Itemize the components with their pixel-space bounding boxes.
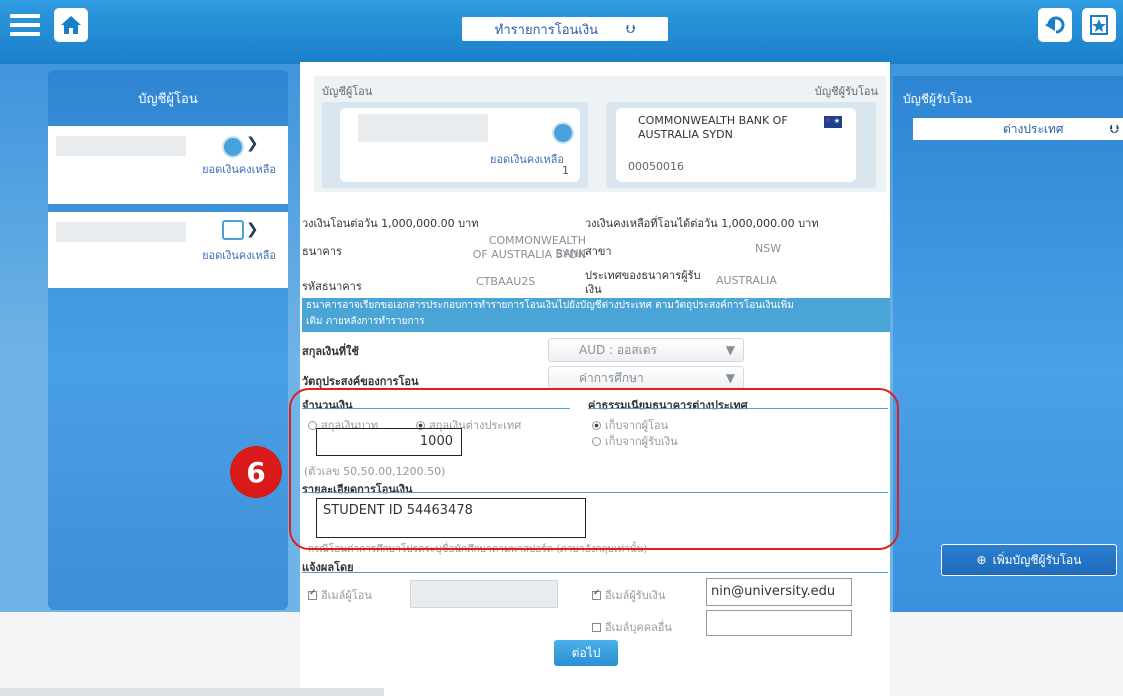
balance-label: ยอดเงินคงเหลือ [202, 163, 276, 176]
plus-circle-icon: ⊕ [976, 553, 987, 567]
transaction-menu-dropdown[interactable]: ทำรายการโอนเงิน ⮋ [462, 17, 668, 41]
next-button[interactable]: ต่อไป [554, 640, 618, 666]
balance-label: ยอดเงินคงเหลือ [202, 249, 276, 262]
home-icon[interactable] [54, 8, 88, 42]
piggy-bank-icon [222, 136, 244, 158]
checkbox-label: อีเมล์บุคคลอื่น [605, 621, 672, 634]
add-recipient-button[interactable]: ⊕ เพิ่มบัญชีผู้รับโอน [941, 544, 1117, 576]
branch-value: NSW [755, 242, 782, 255]
menu-icon[interactable] [8, 8, 42, 42]
account-name-redacted [56, 222, 186, 242]
from-account-card[interactable]: ยอดเงินคงเหลือ 1 [322, 102, 588, 188]
country-value: AUSTRALIA [716, 274, 777, 287]
to-card-face: COMMONWEALTH BANK OF AUSTRALIA SYDN ★ + 0… [616, 108, 856, 182]
recipient-panel-title: บัญชีผู้รับโอน [903, 92, 972, 106]
bank-label: ธนาคาร [302, 245, 342, 258]
account-name-redacted [358, 114, 488, 142]
transfer-form: บัญชีผู้โอน บัญชีผู้รับโอน ยอดเงินคงเหลื… [300, 62, 890, 696]
sender-account-card[interactable]: ❯ ยอดเงินคงเหลือ [48, 212, 288, 288]
account-name-redacted [56, 136, 186, 156]
checkbox-checked-icon [592, 588, 601, 600]
notice-line1: ธนาคารอาจเรียกขอเอกสารประกอบการทำรายการโ… [306, 300, 794, 311]
daily-limit: วงเงินโอนต่อวัน 1,000,000.00 บาท [302, 217, 479, 230]
sender-account-card[interactable]: ❯ ยอดเงินคงเหลือ [48, 126, 288, 204]
from-card-face: ยอดเงินคงเหลือ 1 [340, 108, 580, 182]
page-title: ทำรายการโอนเงิน [494, 22, 599, 38]
sender-email-checkbox[interactable]: อีเมล์ผู้โอน [308, 586, 372, 604]
top-bar: ทำรายการโอนเงิน ⮋ [0, 0, 1123, 64]
chevron-right-icon: ❯ [246, 134, 259, 152]
to-account-card[interactable]: COMMONWEALTH BANK OF AUSTRALIA SYDN ★ + 0… [606, 102, 876, 188]
step-badge: 6 [230, 446, 282, 498]
australia-flag-icon: ★ + [824, 116, 842, 128]
notify-section-title: แจ้งผลโดย [302, 561, 354, 574]
purpose-select[interactable]: ค่าการศึกษา ▼ [548, 366, 744, 390]
receiver-email-checkbox[interactable]: อีเมล์ผู้รับเงิน [592, 586, 665, 604]
remaining-limit: วงเงินคงเหลือที่โอนได้ต่อวัน 1,000,000.0… [585, 217, 819, 230]
chevron-down-icon: ⮋ [1109, 121, 1119, 136]
chevron-right-icon: ❯ [246, 220, 259, 238]
checkbox-label: อีเมล์ผู้โอน [321, 589, 372, 602]
country-label-line1: ประเทศของธนาคารผู้รับ [585, 269, 701, 282]
highlight-box [289, 388, 899, 550]
to-account-label: บัญชีผู้รับโอน [814, 85, 878, 98]
from-balance-label: ยอดเงินคงเหลือ [490, 153, 564, 166]
other-email-input[interactable] [706, 610, 852, 636]
currency-select[interactable]: AUD : ออสเตร ▼ [548, 338, 744, 362]
logout-icon[interactable] [1038, 8, 1072, 42]
receiver-email-input[interactable]: nin@university.edu [706, 578, 852, 606]
document-notice: ธนาคารอาจเรียกขอเอกสารประกอบการทำรายการโ… [302, 298, 890, 332]
currency-value: AUD : ออสเตร [579, 342, 657, 357]
checkbox-icon [592, 623, 601, 632]
to-bank-line1: COMMONWEALTH BANK OF [638, 114, 788, 127]
bank-value-line2: OF AUSTRALIA SYDN [472, 248, 586, 261]
to-bank-line2: AUSTRALIA SYDN [638, 128, 733, 141]
currency-label: สกุลเงินที่ใช้ [302, 345, 359, 358]
chevron-down-icon: ▼ [725, 343, 735, 357]
swift-label: รหัสธนาคาร [302, 280, 362, 293]
branch-label: สาขา [585, 245, 612, 258]
sender-panel-title: บัญชีผู้โอน [138, 92, 198, 107]
piggy-bank-icon [552, 122, 574, 144]
chevron-down-icon: ▼ [725, 371, 735, 385]
recipient-type-select[interactable]: ต่างประเทศ ⮋ [913, 118, 1123, 140]
swift-value: CTBAAU2S [476, 275, 536, 288]
recipient-type-value: ต่างประเทศ [1003, 121, 1064, 136]
to-account-number: 00050016 [628, 160, 684, 173]
divider [302, 572, 888, 573]
chart-icon [222, 220, 244, 240]
notice-line2: เติม ภายหลังการทำรายการ [306, 316, 425, 327]
from-account-label: บัญชีผู้โอน [322, 85, 373, 98]
checkbox-label: อีเมล์ผู้รับเงิน [605, 589, 666, 602]
country-label-line2: เงิน [585, 283, 602, 296]
account-cards-area: บัญชีผู้โอน บัญชีผู้รับโอน ยอดเงินคงเหลื… [314, 76, 886, 192]
sender-email-input[interactable] [410, 580, 558, 608]
bookmark-icon[interactable] [1082, 8, 1116, 42]
add-recipient-label: เพิ่มบัญชีผู้รับโอน [992, 552, 1082, 567]
recipient-accounts-panel: บัญชีผู้รับโอน ต่างประเทศ ⮋ ⊕ เพิ่มบัญชี… [893, 76, 1123, 612]
checkbox-checked-icon [308, 588, 317, 600]
bottom-scrollbar[interactable] [0, 688, 384, 696]
purpose-value: ค่าการศึกษา [579, 370, 644, 385]
from-balance-value: 1 [562, 164, 569, 177]
chevron-down-icon: ⮋ [626, 21, 636, 36]
other-email-checkbox[interactable]: อีเมล์บุคคลอื่น [592, 618, 672, 636]
sender-accounts-panel: บัญชีผู้โอน ❯ ยอดเงินคงเหลือ ❯ ยอดเงินคง… [48, 70, 288, 610]
